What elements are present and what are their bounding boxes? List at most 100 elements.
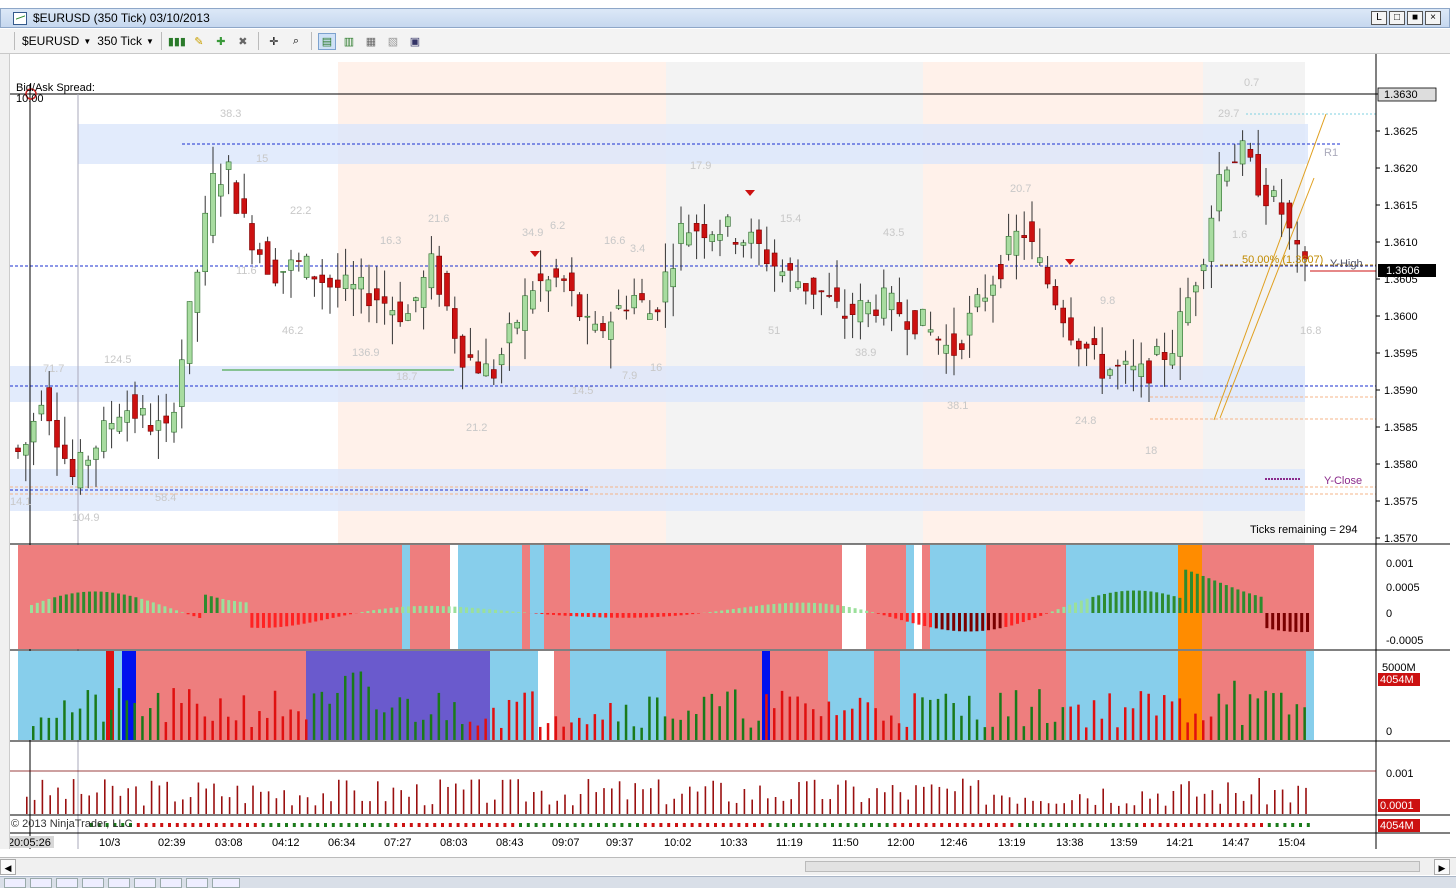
- bottom-indicator-dot: [464, 823, 468, 827]
- zoom-icon[interactable]: ⌕: [287, 33, 305, 50]
- scroll-thumb[interactable]: [805, 861, 1420, 872]
- bottom-indicator-dot: [1213, 823, 1217, 827]
- bottom-indicator-dot: [893, 823, 897, 827]
- bear-candle: [1099, 353, 1105, 379]
- macd-bar: [1050, 611, 1054, 613]
- macd-band: [866, 545, 906, 649]
- remove-drawings-icon[interactable]: ✖: [234, 33, 252, 50]
- scroll-left-button[interactable]: ◀: [0, 859, 16, 875]
- macd-bar: [1149, 591, 1153, 613]
- swing-volume-label: 7.9: [622, 370, 637, 382]
- chart-app-icon: [13, 11, 27, 25]
- spread-bar: [1040, 801, 1042, 814]
- indicators-icon[interactable]: ▥: [340, 33, 358, 50]
- drawing-pencil-icon[interactable]: ✎: [190, 33, 208, 50]
- spread-bar: [1032, 800, 1034, 814]
- macd-bar: [482, 608, 486, 613]
- macd-bar: [470, 607, 474, 613]
- spread-bar: [915, 785, 917, 814]
- macd-bar: [1108, 592, 1112, 613]
- bear-candle: [701, 224, 708, 239]
- bottom-indicator-dot: [963, 823, 967, 827]
- volume-bar: [336, 692, 339, 740]
- r1-label: R1: [1324, 147, 1338, 159]
- bottom-indicator-dot: [1150, 823, 1154, 827]
- interval-selector[interactable]: 350 Tick ▼: [94, 31, 157, 51]
- bull-candle: [506, 323, 513, 344]
- volume-bar: [648, 696, 651, 740]
- volume-bar: [663, 716, 667, 740]
- macd-bar: [291, 613, 294, 626]
- bottom-indicator-dot: [682, 823, 686, 827]
- time-axis-label: 13:19: [998, 837, 1026, 849]
- macd-bar: [215, 597, 219, 613]
- bottom-indicator-dot: [246, 823, 249, 827]
- volume-band: [1178, 651, 1202, 740]
- instrument-selector[interactable]: $EURUSD ▼: [19, 31, 94, 51]
- volume-bar: [47, 717, 51, 740]
- bar-type-icon[interactable]: ▮▮▮: [168, 33, 186, 50]
- bottom-indicator-dot: [706, 823, 710, 827]
- macd-bar: [813, 602, 816, 613]
- scroll-right-button[interactable]: ▶: [1434, 859, 1450, 875]
- bottom-indicator-dot: [1260, 823, 1263, 827]
- spread-bar: [1188, 781, 1190, 814]
- bottom-indicator-dot: [1135, 823, 1139, 827]
- chart-properties-icon[interactable]: ▦: [362, 33, 380, 50]
- restore-button[interactable]: ■: [1407, 11, 1423, 25]
- crosshair-icon[interactable]: ✛: [265, 33, 283, 50]
- volume-bar: [624, 704, 628, 740]
- macd-bar: [273, 613, 277, 628]
- volume-bar: [219, 698, 222, 740]
- volume-bar: [1209, 716, 1213, 740]
- data-box-icon[interactable]: ▧: [384, 33, 402, 50]
- macd-bar: [146, 600, 149, 613]
- bear-candle: [451, 308, 458, 339]
- templates-icon[interactable]: ▣: [406, 33, 424, 50]
- bull-candle: [218, 184, 224, 197]
- volume-band: [1066, 651, 1178, 740]
- volume-band: [18, 651, 106, 740]
- macd-band: [544, 545, 570, 649]
- window-title: $EURUSD (350 Tick) 03/10/2013: [33, 11, 210, 25]
- spread-bar: [80, 793, 83, 814]
- bear-candle: [693, 223, 700, 232]
- volume-bar: [617, 721, 620, 740]
- add-indicator-icon[interactable]: ✚: [212, 33, 230, 50]
- bear-candle: [1247, 148, 1254, 158]
- spread-bar: [1055, 803, 1058, 814]
- swing-volume-label: 15: [256, 153, 268, 165]
- macd-bar: [1195, 573, 1199, 613]
- macd-band: [530, 545, 544, 649]
- bull-candle: [1130, 365, 1137, 371]
- macd-bar: [418, 605, 422, 613]
- bottom-indicator-dot: [1072, 823, 1076, 827]
- strategies-icon[interactable]: ▤: [317, 32, 336, 50]
- close-button[interactable]: ×: [1425, 11, 1441, 25]
- volume-bar: [422, 719, 425, 740]
- macd-bar: [737, 608, 741, 613]
- spread-bar: [416, 784, 418, 814]
- spread-bar: [525, 801, 527, 814]
- chart-panel[interactable]: 38.3 15 22.2 11.6 46.2 16.3 136.9 21.6 18.7 21.2 3…: [10, 54, 1450, 849]
- macd-bar: [1074, 602, 1077, 613]
- swing-volume-label: 71.7: [43, 363, 64, 375]
- spread-bar: [221, 796, 223, 814]
- bull-candle: [1193, 285, 1199, 293]
- volume-bar: [1116, 727, 1119, 740]
- bottom-indicator-dot: [729, 823, 733, 827]
- spread-bar: [228, 797, 231, 814]
- macd-bar: [760, 605, 764, 613]
- link-button[interactable]: L: [1371, 11, 1387, 25]
- bull-candle: [795, 281, 801, 289]
- spread-bar: [930, 784, 933, 814]
- minimize-button[interactable]: □: [1389, 11, 1405, 25]
- bottom-indicator-dot: [207, 823, 210, 827]
- macd-bar: [221, 598, 225, 613]
- horizontal-scrollbar[interactable]: ◀ ▶: [0, 857, 1456, 875]
- macd-bar: [360, 612, 364, 613]
- spread-bar: [1266, 804, 1268, 814]
- bull-candle: [919, 308, 926, 326]
- macd-bar: [563, 613, 567, 616]
- bull-candle: [1107, 369, 1113, 376]
